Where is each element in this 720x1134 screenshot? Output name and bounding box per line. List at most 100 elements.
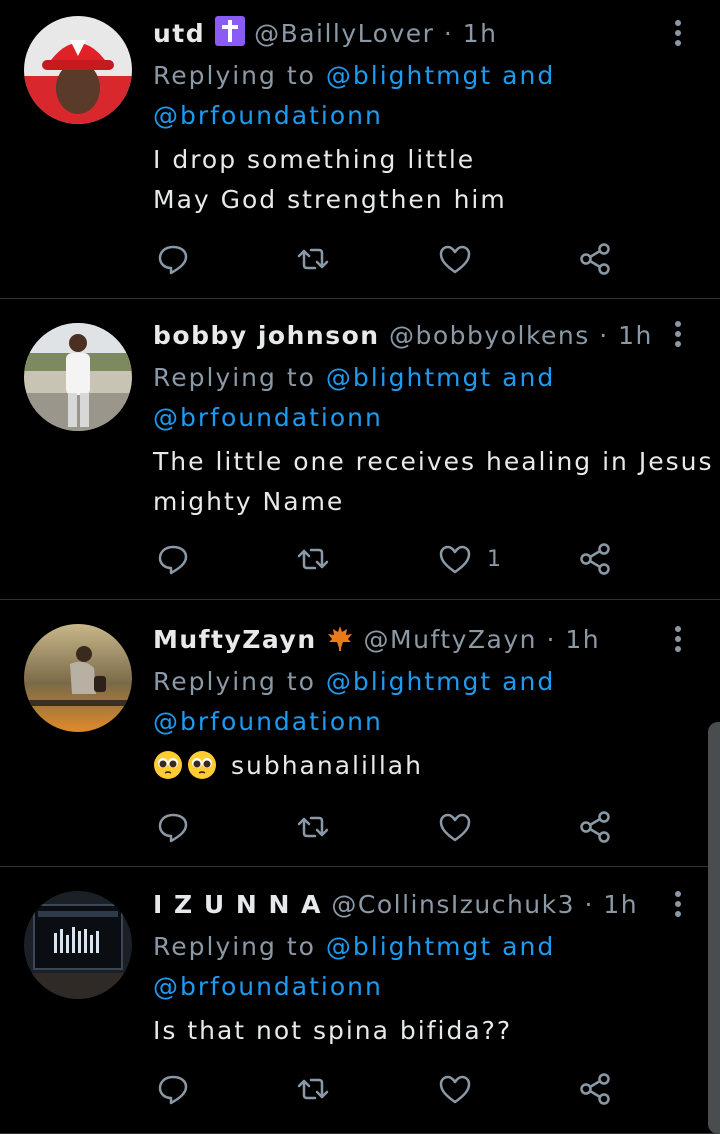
more-vertical-icon[interactable] [668,889,688,919]
mention-link[interactable]: @brfoundationn [153,707,383,736]
avatar-image [24,891,132,999]
mention-link[interactable]: @blightmgt [326,667,492,696]
more-vertical-icon[interactable] [668,624,688,654]
like-button[interactable] [437,1069,487,1109]
tweet-card[interactable]: MuftyZayn @MuftyZayn · 1h Replying to @b… [0,600,720,867]
heart-icon [439,813,471,842]
reply-button[interactable] [155,1069,191,1109]
tweet-text-word: subhanalillah [230,751,423,780]
mention-link[interactable]: @blightmgt [326,61,492,90]
mention-link[interactable]: @brfoundationn [153,403,383,432]
display-name[interactable]: utd [153,19,205,48]
like-count: 1 [487,546,501,572]
mention-link[interactable]: @blightmgt [326,932,492,961]
replying-to-continued: @brfoundationn [153,967,690,1007]
reply-icon [158,1075,188,1105]
and-others-link[interactable]: and [502,932,555,961]
display-name[interactable]: I Z U N N A [153,890,322,919]
timestamp[interactable]: 1h [603,890,638,919]
timestamp[interactable]: 1h [463,19,498,48]
tweet-text: The little one receives healing in Jesus… [153,442,714,522]
tweet-text-line: subhanalillah [153,746,690,786]
avatar[interactable] [24,323,132,431]
share-button[interactable] [577,539,613,579]
scrollbar[interactable] [708,722,720,1134]
avatar[interactable] [24,624,132,732]
tweet-text: Is that not spina bifida?? [153,1011,690,1051]
retweet-icon [297,248,329,270]
more-vertical-icon[interactable] [668,319,688,349]
tweet-header: utd @BaillyLover · 1h [153,16,690,52]
share-button[interactable] [577,239,613,279]
separator-dot: · [599,321,609,350]
tweet-header: I Z U N N A @CollinsIzuchuk3 · 1h [153,887,690,923]
share-icon [580,811,610,843]
separator-dot: · [584,890,594,919]
share-button[interactable] [577,807,613,847]
share-icon [580,1073,610,1105]
and-others-link[interactable]: and [502,363,555,392]
and-others-link[interactable]: and [502,667,555,696]
share-icon [580,543,610,575]
retweet-icon [297,1078,329,1100]
replying-to: Replying to @blightmgt and [153,662,690,702]
tweet-actions: 1 [155,539,625,579]
more-vertical-icon[interactable] [668,18,688,48]
tweet-text-line: The little one receives healing in Jesus [153,447,714,476]
replying-prefix: Replying to [153,61,316,90]
heart-icon [439,245,471,274]
cross-icon [214,16,245,56]
replying-prefix: Replying to [153,932,316,961]
retweet-button[interactable] [295,239,331,279]
reply-button[interactable] [155,807,191,847]
retweet-button[interactable] [295,807,331,847]
display-name[interactable]: bobby johnson [153,321,380,350]
tweet-card[interactable]: bobby johnson @bobbyolkens · 1h Replying… [0,299,720,600]
mention-link[interactable]: @blightmgt [326,363,492,392]
tweet-text-line: Is that not spina bifida?? [153,1016,513,1045]
replying-to: Replying to @blightmgt and [153,358,690,398]
mention-link[interactable]: @brfoundationn [153,972,383,1001]
retweet-icon [297,548,329,570]
mention-link[interactable]: @brfoundationn [153,101,383,130]
share-icon [580,243,610,275]
handle[interactable]: @CollinsIzuchuk3 [331,890,575,919]
replying-prefix: Replying to [153,363,316,392]
handle[interactable]: @MuftyZayn [364,625,537,654]
tweet-text-line: I drop something little [153,145,476,174]
timestamp[interactable]: 1h [565,625,600,654]
retweet-button[interactable] [295,539,331,579]
avatar[interactable] [24,16,132,124]
handle[interactable]: @BaillyLover [254,19,434,48]
tweet-card[interactable]: I Z U N N A @CollinsIzuchuk3 · 1h Replyi… [0,867,720,1134]
replying-prefix: Replying to [153,667,316,696]
like-button[interactable] [437,239,487,279]
display-name[interactable]: MuftyZayn [153,625,317,654]
tweet-text-line: May God strengthen him [153,185,507,214]
tweet-actions [155,1069,625,1109]
share-button[interactable] [577,1069,613,1109]
handle[interactable]: @bobbyolkens [389,321,590,350]
reply-button[interactable] [155,239,191,279]
separator-dot: · [443,19,454,48]
replying-to-continued: @brfoundationn [153,96,690,136]
tweet-header: bobby johnson @bobbyolkens · 1h [153,318,690,354]
maple-leaf-icon [326,624,354,662]
tweet-card[interactable]: utd @BaillyLover · 1h Replying to @bligh… [0,0,720,299]
tweet-text-line: mighty Name [153,487,345,516]
reply-button[interactable] [155,539,191,579]
avatar[interactable] [24,891,132,999]
timestamp[interactable]: 1h [618,321,653,350]
tweet-actions [155,239,625,279]
and-others-link[interactable]: and [502,61,555,90]
reply-icon [158,245,188,275]
tweet-text: subhanalillah [153,746,690,786]
retweet-icon [297,816,329,838]
reply-icon [158,545,188,575]
retweet-button[interactable] [295,1069,331,1109]
separator-dot: · [546,625,556,654]
pleading-face-icon [153,750,183,780]
like-button[interactable] [437,807,487,847]
like-button[interactable]: 1 [437,539,501,579]
replying-to-continued: @brfoundationn [153,398,690,438]
